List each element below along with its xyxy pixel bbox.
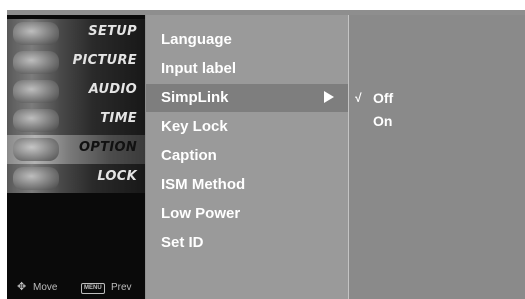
picture-thumbnail-icon bbox=[13, 51, 59, 74]
prev-hint-label: Prev bbox=[111, 282, 132, 293]
audio-thumbnail-icon bbox=[13, 80, 59, 103]
check-icon: √ bbox=[355, 91, 362, 105]
menu-item-set-id[interactable]: Set ID bbox=[146, 229, 348, 257]
navigation-hint: ✥ Move MENU Prev bbox=[7, 280, 145, 296]
sidebar-item-label: PICTURE bbox=[72, 53, 137, 68]
submenu-arrow-icon bbox=[324, 91, 334, 103]
menu-item-input-label[interactable]: Input label bbox=[146, 55, 348, 83]
option-on[interactable]: On bbox=[349, 110, 525, 134]
sidebar-item-label: SETUP bbox=[88, 24, 137, 39]
sidebar-item-option[interactable]: OPTION bbox=[7, 135, 145, 164]
sidebar-item-label: OPTION bbox=[78, 140, 137, 155]
sidebar-item-label: AUDIO bbox=[88, 82, 137, 97]
sidebar-item-time[interactable]: TIME bbox=[7, 106, 145, 135]
category-sidebar: SETUP PICTURE AUDIO TIME OPTION LOCK ✥ M… bbox=[7, 15, 145, 299]
time-thumbnail-icon bbox=[13, 109, 59, 132]
menu-item-low-power[interactable]: Low Power bbox=[146, 200, 348, 228]
setup-thumbnail-icon bbox=[13, 22, 59, 45]
sidebar-item-setup[interactable]: SETUP bbox=[7, 19, 145, 48]
lock-thumbnail-icon bbox=[13, 167, 59, 190]
option-menu-list: Language Input label SimpLink Key Lock C… bbox=[146, 15, 348, 299]
menu-item-simplink[interactable]: SimpLink bbox=[146, 84, 348, 112]
sidebar-item-picture[interactable]: PICTURE bbox=[7, 48, 145, 77]
sidebar-item-audio[interactable]: AUDIO bbox=[7, 77, 145, 106]
menu-item-ism-method[interactable]: ISM Method bbox=[146, 171, 348, 199]
menu-item-language[interactable]: Language bbox=[146, 26, 348, 54]
move-hint-label: Move bbox=[33, 282, 58, 293]
option-off[interactable]: √ Off bbox=[349, 87, 525, 111]
menu-item-key-lock[interactable]: Key Lock bbox=[146, 113, 348, 141]
menu-item-caption[interactable]: Caption bbox=[146, 142, 348, 170]
sidebar-item-label: TIME bbox=[100, 111, 137, 126]
simplink-options: √ Off On bbox=[349, 15, 525, 299]
joystick-icon: ✥ bbox=[17, 281, 27, 293]
sidebar-item-label: LOCK bbox=[97, 169, 137, 184]
option-thumbnail-icon bbox=[13, 138, 59, 161]
menu-key-icon: MENU bbox=[81, 283, 105, 294]
sidebar-item-lock[interactable]: LOCK bbox=[7, 164, 145, 193]
